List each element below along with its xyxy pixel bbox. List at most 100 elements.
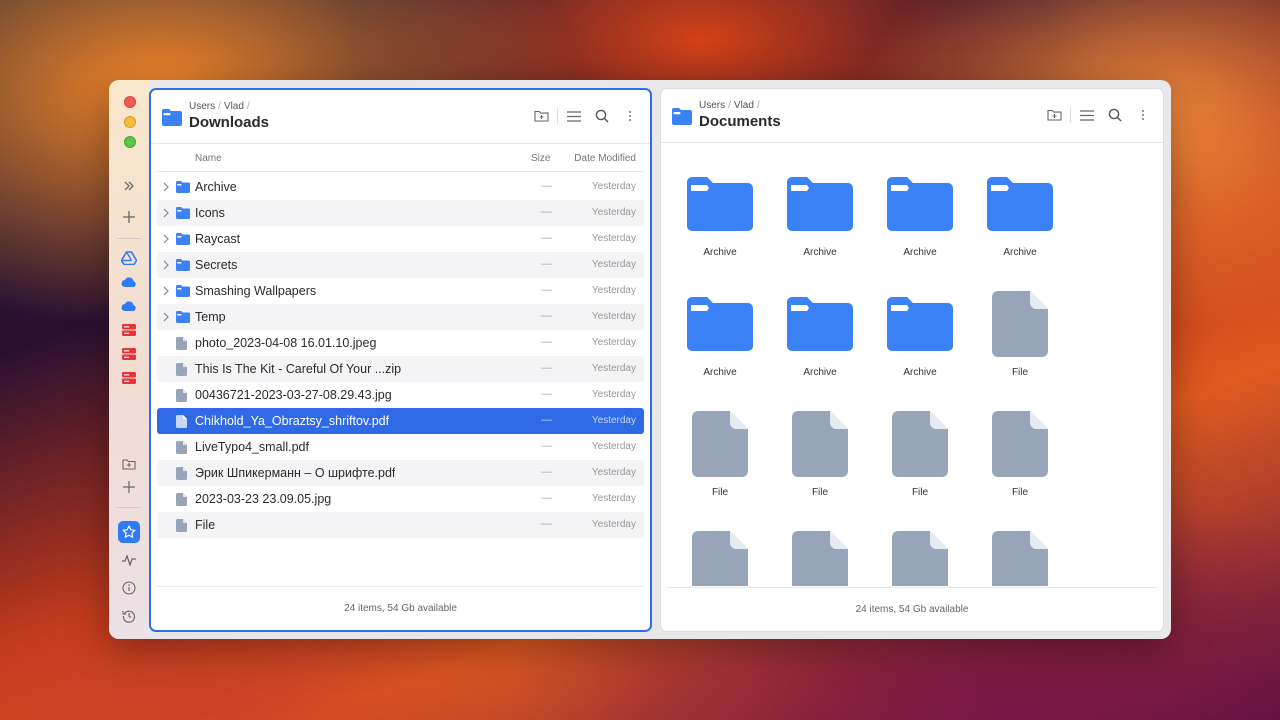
folder-item[interactable]: Archive xyxy=(870,264,970,378)
more-button[interactable] xyxy=(616,107,644,125)
item-label: Archive xyxy=(703,367,737,378)
disclosure-chevron-icon[interactable] xyxy=(162,259,170,273)
zoom-window-button[interactable] xyxy=(124,136,136,148)
cloud-icon[interactable] xyxy=(118,271,140,293)
item-label: File xyxy=(711,487,729,498)
server-icon[interactable] xyxy=(118,319,140,341)
item-label: Archive xyxy=(803,367,837,378)
panel-header: Users / Vlad / Documents xyxy=(661,89,1163,143)
close-window-button[interactable] xyxy=(124,96,136,108)
folder-item[interactable]: Archive xyxy=(770,264,870,378)
add-location-icon[interactable] xyxy=(118,476,140,498)
folder-row[interactable]: Temp — Yesterday xyxy=(157,304,644,330)
file-icon xyxy=(176,493,187,509)
more-button[interactable] xyxy=(1129,106,1157,124)
column-date[interactable]: Date Modified xyxy=(574,153,636,164)
breadcrumb-users[interactable]: Users xyxy=(189,101,215,112)
disclosure-chevron-icon[interactable] xyxy=(162,181,170,195)
file-date: Yesterday xyxy=(591,415,636,426)
folder-row[interactable]: Smashing Wallpapers — Yesterday xyxy=(157,278,644,304)
folder-item[interactable]: Archive xyxy=(970,144,1070,258)
server-icon[interactable] xyxy=(118,343,140,365)
file-row[interactable]: Chikhold_Ya_Obraztsy_shriftov.pdf — Yester… xyxy=(157,408,644,434)
file-icon xyxy=(992,411,1048,482)
right-file-panel[interactable]: Users / Vlad / Documents Archive Archive Ar xyxy=(660,88,1164,632)
file-item[interactable] xyxy=(670,504,770,586)
file-row[interactable]: 2023-03-23 23.09.05.jpg — Yesterday xyxy=(157,486,644,512)
folder-icon xyxy=(687,297,753,356)
search-button[interactable] xyxy=(1101,106,1129,124)
folder-row[interactable]: Archive — Yesterday xyxy=(157,174,644,200)
minimize-window-button[interactable] xyxy=(124,116,136,128)
file-row[interactable]: 00436721-2023-03-27-08.29.43.jpg — Yesterd… xyxy=(157,382,644,408)
new-folder-button[interactable] xyxy=(527,107,555,125)
file-row[interactable]: LiveTypo4_small.pdf — Yesterday xyxy=(157,434,644,460)
file-row[interactable]: photo_2023-04-08 16.01.10.jpeg — Yesterday xyxy=(157,330,644,356)
file-size: — xyxy=(541,466,552,478)
new-folder-icon[interactable] xyxy=(118,453,140,475)
file-size: — xyxy=(541,388,552,400)
new-folder-button[interactable] xyxy=(1040,106,1068,124)
server-icon[interactable] xyxy=(118,367,140,389)
file-item[interactable]: File xyxy=(870,384,970,498)
column-size[interactable]: Size xyxy=(531,153,550,164)
file-date: Yesterday xyxy=(591,337,636,348)
file-item[interactable] xyxy=(970,504,1070,586)
search-button[interactable] xyxy=(588,107,616,125)
breadcrumb: Users / Vlad / xyxy=(189,101,250,112)
column-header: Name Size Date Modified xyxy=(157,144,644,172)
left-file-panel[interactable]: Users / Vlad / Downloads Name Size Date … xyxy=(149,88,652,632)
folder-icon xyxy=(176,311,190,326)
folder-row[interactable]: Secrets — Yesterday xyxy=(157,252,644,278)
file-name: Archive xyxy=(195,180,237,194)
google-drive-icon[interactable] xyxy=(118,247,140,269)
folder-item[interactable]: Archive xyxy=(770,144,870,258)
file-size: — xyxy=(541,258,552,270)
item-label: File xyxy=(911,487,929,498)
file-row[interactable]: Эрик Шпикерманн – О шрифте.pdf — Yesterday xyxy=(157,460,644,486)
file-size: — xyxy=(541,414,552,426)
folder-item[interactable]: Archive xyxy=(670,264,770,378)
list-view-button[interactable] xyxy=(560,107,588,125)
file-item[interactable] xyxy=(770,504,870,586)
file-row[interactable]: File — Yesterday xyxy=(157,512,644,538)
file-date: Yesterday xyxy=(591,467,636,478)
expand-icon[interactable] xyxy=(118,175,140,197)
file-row[interactable]: This Is The Kit - Careful Of Your ...zip… xyxy=(157,356,644,382)
disclosure-chevron-icon[interactable] xyxy=(162,285,170,299)
list-view-button[interactable] xyxy=(1073,106,1101,124)
file-name: Raycast xyxy=(195,232,241,246)
file-list: Archive — Yesterday Icons — Yesterday Raycast —… xyxy=(157,174,644,538)
file-name: File xyxy=(195,518,216,532)
info-icon[interactable] xyxy=(118,577,140,599)
file-item[interactable]: File xyxy=(670,384,770,498)
folder-row[interactable]: Icons — Yesterday xyxy=(157,200,644,226)
cloud-icon[interactable] xyxy=(118,295,140,317)
file-name: 2023-03-23 23.09.05.jpg xyxy=(195,492,332,506)
history-icon[interactable] xyxy=(118,605,140,627)
file-item[interactable]: File xyxy=(770,384,870,498)
add-icon[interactable] xyxy=(118,206,140,228)
breadcrumb-vlad[interactable]: Vlad xyxy=(734,100,754,111)
disclosure-chevron-icon[interactable] xyxy=(162,311,170,325)
folder-row[interactable]: Raycast — Yesterday xyxy=(157,226,644,252)
activity-icon[interactable] xyxy=(118,549,140,571)
column-name[interactable]: Name xyxy=(195,153,222,164)
file-item[interactable]: File xyxy=(970,264,1070,378)
file-name: This Is The Kit - Careful Of Your ...zip xyxy=(195,362,402,376)
disclosure-chevron-icon[interactable] xyxy=(162,207,170,221)
file-item[interactable] xyxy=(870,504,970,586)
folder-item[interactable]: Archive xyxy=(870,144,970,258)
disclosure-chevron-icon[interactable] xyxy=(162,233,170,247)
favorites-star-icon[interactable] xyxy=(118,521,140,543)
file-icon xyxy=(176,441,187,457)
folder-item[interactable]: Archive xyxy=(670,144,770,258)
file-item[interactable]: File xyxy=(970,384,1070,498)
file-icon xyxy=(176,363,187,379)
breadcrumb-vlad[interactable]: Vlad xyxy=(224,101,244,112)
file-size: — xyxy=(541,492,552,504)
file-size: — xyxy=(541,206,552,218)
item-label: File xyxy=(811,487,829,498)
file-icon xyxy=(892,411,948,482)
breadcrumb-users[interactable]: Users xyxy=(699,100,725,111)
